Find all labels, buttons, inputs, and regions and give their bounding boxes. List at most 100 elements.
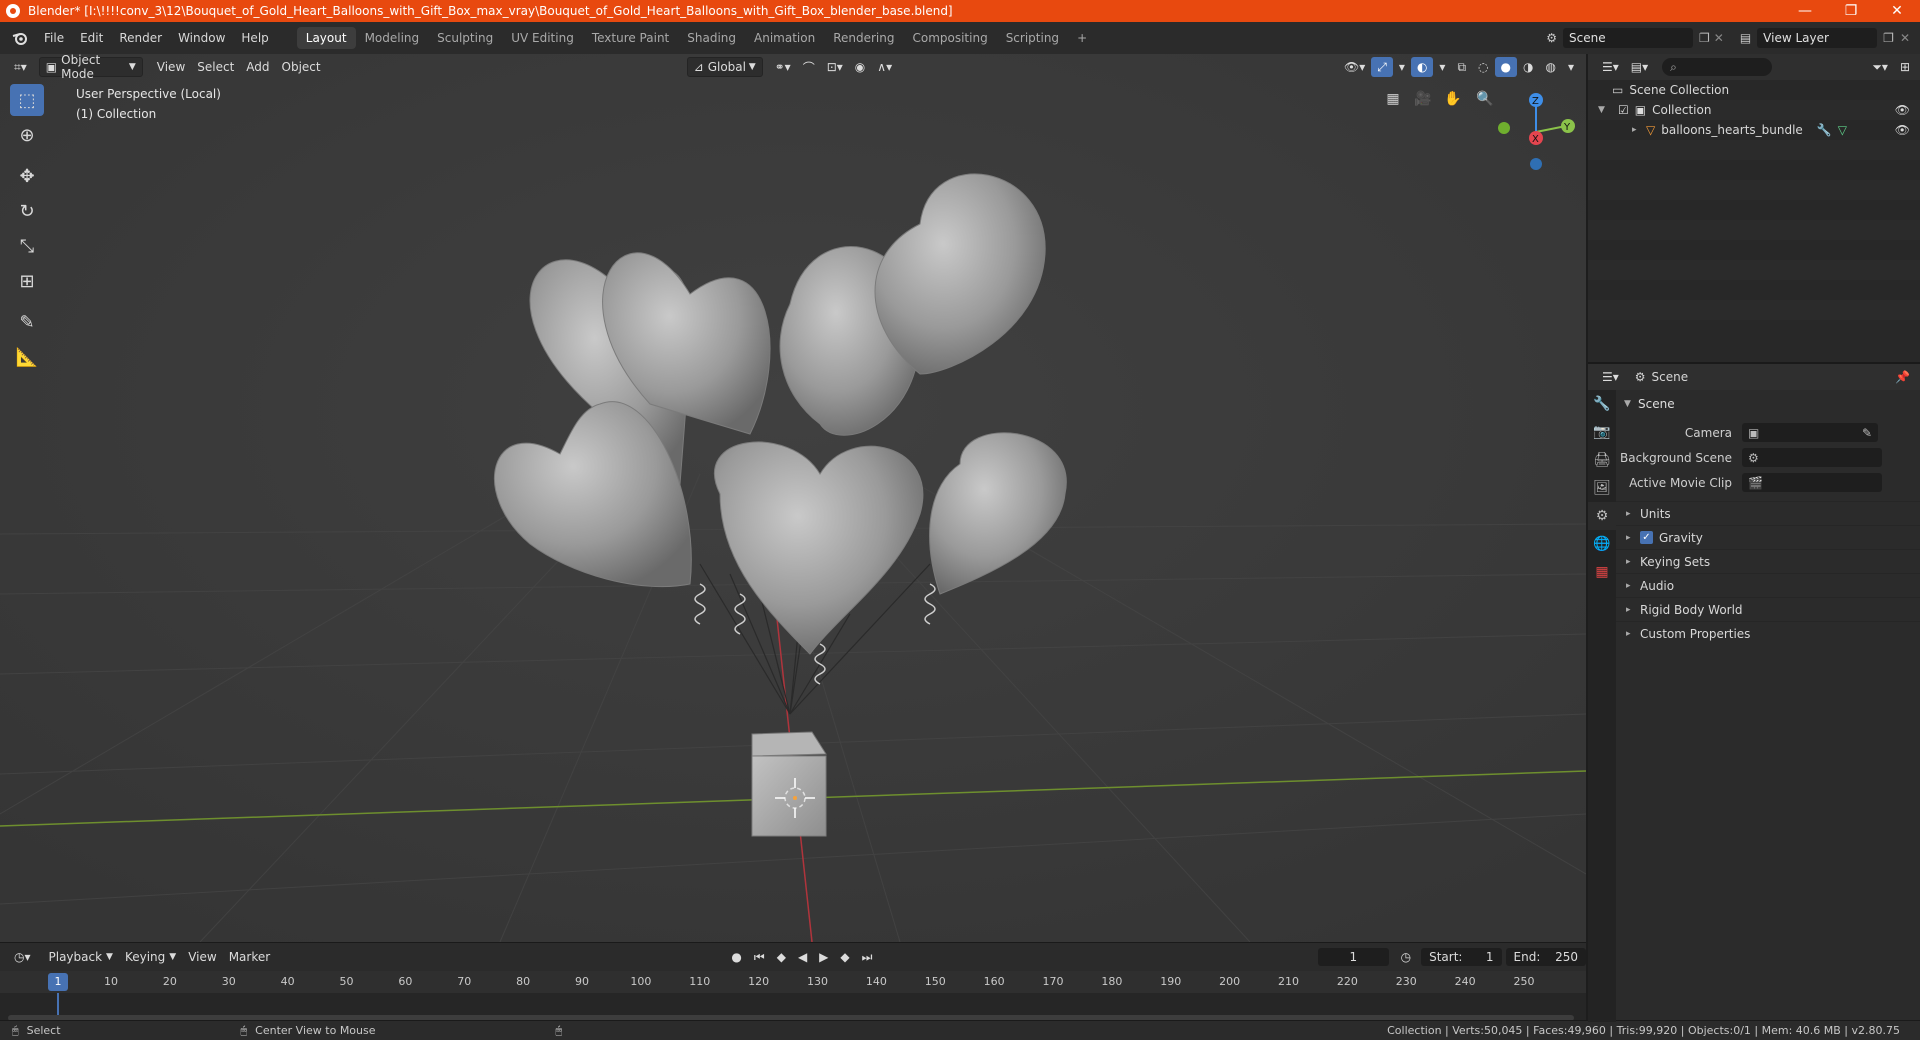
render-tab-icon[interactable]: 📷 [1588,418,1616,446]
annotate-tool-icon[interactable]: ✎ [10,306,44,338]
pan-view-icon[interactable]: ✋ [1440,86,1466,112]
menu-help[interactable]: Help [233,22,276,54]
mesh-data-icon[interactable]: ▽ [1838,123,1847,137]
close-button[interactable]: ✕ [1874,0,1920,22]
menu-playback[interactable]: Playback ▼ [43,947,119,967]
properties-editor-type-icon[interactable]: ☰▾ [1596,367,1625,387]
collection-eye-icon[interactable]: 👁 [1895,103,1910,117]
tab-compositing[interactable]: Compositing [903,27,996,49]
toggle-grid-icon[interactable]: ▦ [1380,86,1406,112]
texture-tab-icon[interactable]: ▦ [1588,558,1616,586]
timeline-editor-type-icon[interactable]: ◷▾ [8,947,37,967]
shading-options-icon[interactable]: ▾ [1562,57,1580,77]
play-icon[interactable]: ▶ [813,947,834,967]
wireframe-shading-icon[interactable]: ◌ [1472,57,1494,77]
mode-selector[interactable]: ▣ Object Mode ▼ [38,54,143,81]
menu-edit[interactable]: Edit [72,22,111,54]
world-tab-icon[interactable]: 🌐 [1588,530,1616,558]
select-box-tool-icon[interactable]: ⬚ [10,84,44,116]
tab-scripting[interactable]: Scripting [997,27,1068,49]
menu-view[interactable]: View [151,57,191,77]
eyedropper-icon[interactable]: ✎ [1862,426,1872,440]
expand-object-icon[interactable]: ▸ [1632,125,1646,135]
prev-keyframe-icon[interactable]: ◆ [771,947,792,967]
view-layer-field[interactable]: View Layer [1757,28,1878,48]
scene-name-field[interactable]: Scene [1563,28,1693,48]
proportional-edit-icon[interactable]: ◉ [849,57,871,77]
visibility-icon[interactable]: 👁▾ [1338,57,1371,77]
clock-icon[interactable]: ◷ [1395,947,1417,967]
modifier-icon[interactable]: 🔧 [1817,123,1832,137]
editor-type-icon[interactable]: ⌗▾ [8,57,33,77]
measure-tool-icon[interactable]: 📐 [10,341,44,373]
tab-uv-editing[interactable]: UV Editing [502,27,583,49]
expand-collection-icon[interactable]: ▼ [1598,105,1612,115]
tab-layout[interactable]: Layout [296,27,356,49]
cursor-tool-icon[interactable]: ⊕ [10,119,44,151]
snap-icon[interactable]: ⌒ [797,57,821,77]
record-icon[interactable]: ● [725,947,747,967]
outliner-row-collection[interactable]: ▼ ☑ ▣ Collection 👁 [1588,100,1920,120]
pivot-point-icon[interactable]: ⚭▾ [769,57,797,77]
falloff-icon[interactable]: ∧▾ [871,57,898,77]
background-scene-field[interactable]: ⚙ [1742,448,1882,467]
tab-sculpting[interactable]: Sculpting [428,27,502,49]
tab-rendering[interactable]: Rendering [824,27,903,49]
new-collection-icon[interactable]: ⊞ [1894,57,1916,77]
menu-marker[interactable]: Marker [223,947,276,967]
rendered-shading-icon[interactable]: ◍ [1539,57,1561,77]
outliner-row-scene-collection[interactable]: ▭ Scene Collection [1588,80,1920,100]
camera-field[interactable]: ▣ ✎ [1742,423,1878,442]
collection-checkbox[interactable]: ☑ [1618,103,1629,117]
view-layer-tab-icon[interactable]: 🖼 [1588,474,1616,502]
jump-start-icon[interactable]: ⏮ [748,947,771,967]
rotate-tool-icon[interactable]: ↻ [10,195,44,227]
custom-properties-panel[interactable]: ▸ Custom Properties [1616,621,1920,645]
tab-shading[interactable]: Shading [678,27,745,49]
3d-viewport[interactable]: ⌗▾ ▣ Object Mode ▼ View Select Add Objec… [0,54,1586,942]
tool-tab-icon[interactable]: 🔧 [1588,390,1616,418]
tab-modeling[interactable]: Modeling [356,27,429,49]
transform-tool-icon[interactable]: ⊞ [10,265,44,297]
tab-animation[interactable]: Animation [745,27,824,49]
solid-shading-icon[interactable]: ● [1494,57,1517,77]
scene-tab-icon[interactable]: ⚙ [1588,502,1616,530]
overlay-options-icon[interactable]: ▾ [1433,57,1451,77]
outliner-row-object[interactable]: ▸ ▽ balloons_hearts_bundle 🔧 ▽ 👁 [1588,120,1920,140]
snap-target-icon[interactable]: ⊡▾ [821,57,849,77]
object-eye-icon[interactable]: 👁 [1895,123,1910,137]
gravity-panel[interactable]: ▸ ✓ Gravity [1616,525,1920,549]
timeline-ruler[interactable]: 1 10 20 30 40 50 60 70 80 90 100 110 120 130 140 150 160… [0,971,1586,993]
outliner-editor-type-icon[interactable]: ☰▾ [1596,57,1625,77]
menu-timeline-view[interactable]: View [182,947,222,967]
scale-tool-icon[interactable]: ⤡ [10,230,44,262]
camera-view-icon[interactable]: 🎥 [1410,86,1436,112]
menu-keying[interactable]: Keying ▼ [119,947,182,967]
menu-file[interactable]: File [36,22,72,54]
new-view-layer-icon[interactable]: ❐ [1883,31,1894,45]
units-panel[interactable]: ▸ Units [1616,501,1920,525]
delete-scene-icon[interactable]: ✕ [1714,31,1724,45]
minimize-button[interactable]: — [1782,0,1828,22]
keying-sets-panel[interactable]: ▸ Keying Sets [1616,549,1920,573]
axis-gizmo[interactable]: Z Y X [1490,82,1580,192]
add-workspace-button[interactable]: + [1068,27,1096,49]
movie-clip-field[interactable]: 🎬 [1742,473,1882,492]
blender-menu-icon[interactable] [0,22,36,54]
menu-window[interactable]: Window [170,22,233,54]
current-frame-field[interactable]: 1 [1317,948,1389,966]
new-scene-icon[interactable]: ❐ [1699,31,1710,45]
rigid-body-world-panel[interactable]: ▸ Rigid Body World [1616,597,1920,621]
maximize-button[interactable]: ❐ [1828,0,1874,22]
material-shading-icon[interactable]: ◑ [1517,57,1539,77]
menu-add[interactable]: Add [240,57,275,77]
pin-icon[interactable]: 📌 [1895,370,1910,384]
play-reverse-icon[interactable]: ◀ [792,947,813,967]
gizmo-toggle-icon[interactable]: ⤢ [1371,57,1393,77]
move-tool-icon[interactable]: ✥ [10,160,44,192]
output-tab-icon[interactable]: 🖨 [1588,446,1616,474]
tab-texture-paint[interactable]: Texture Paint [583,27,678,49]
menu-select[interactable]: Select [191,57,240,77]
start-frame-field[interactable]: Start: 1 [1421,948,1502,966]
scene-panel-header[interactable]: ▼ Scene [1616,392,1920,416]
